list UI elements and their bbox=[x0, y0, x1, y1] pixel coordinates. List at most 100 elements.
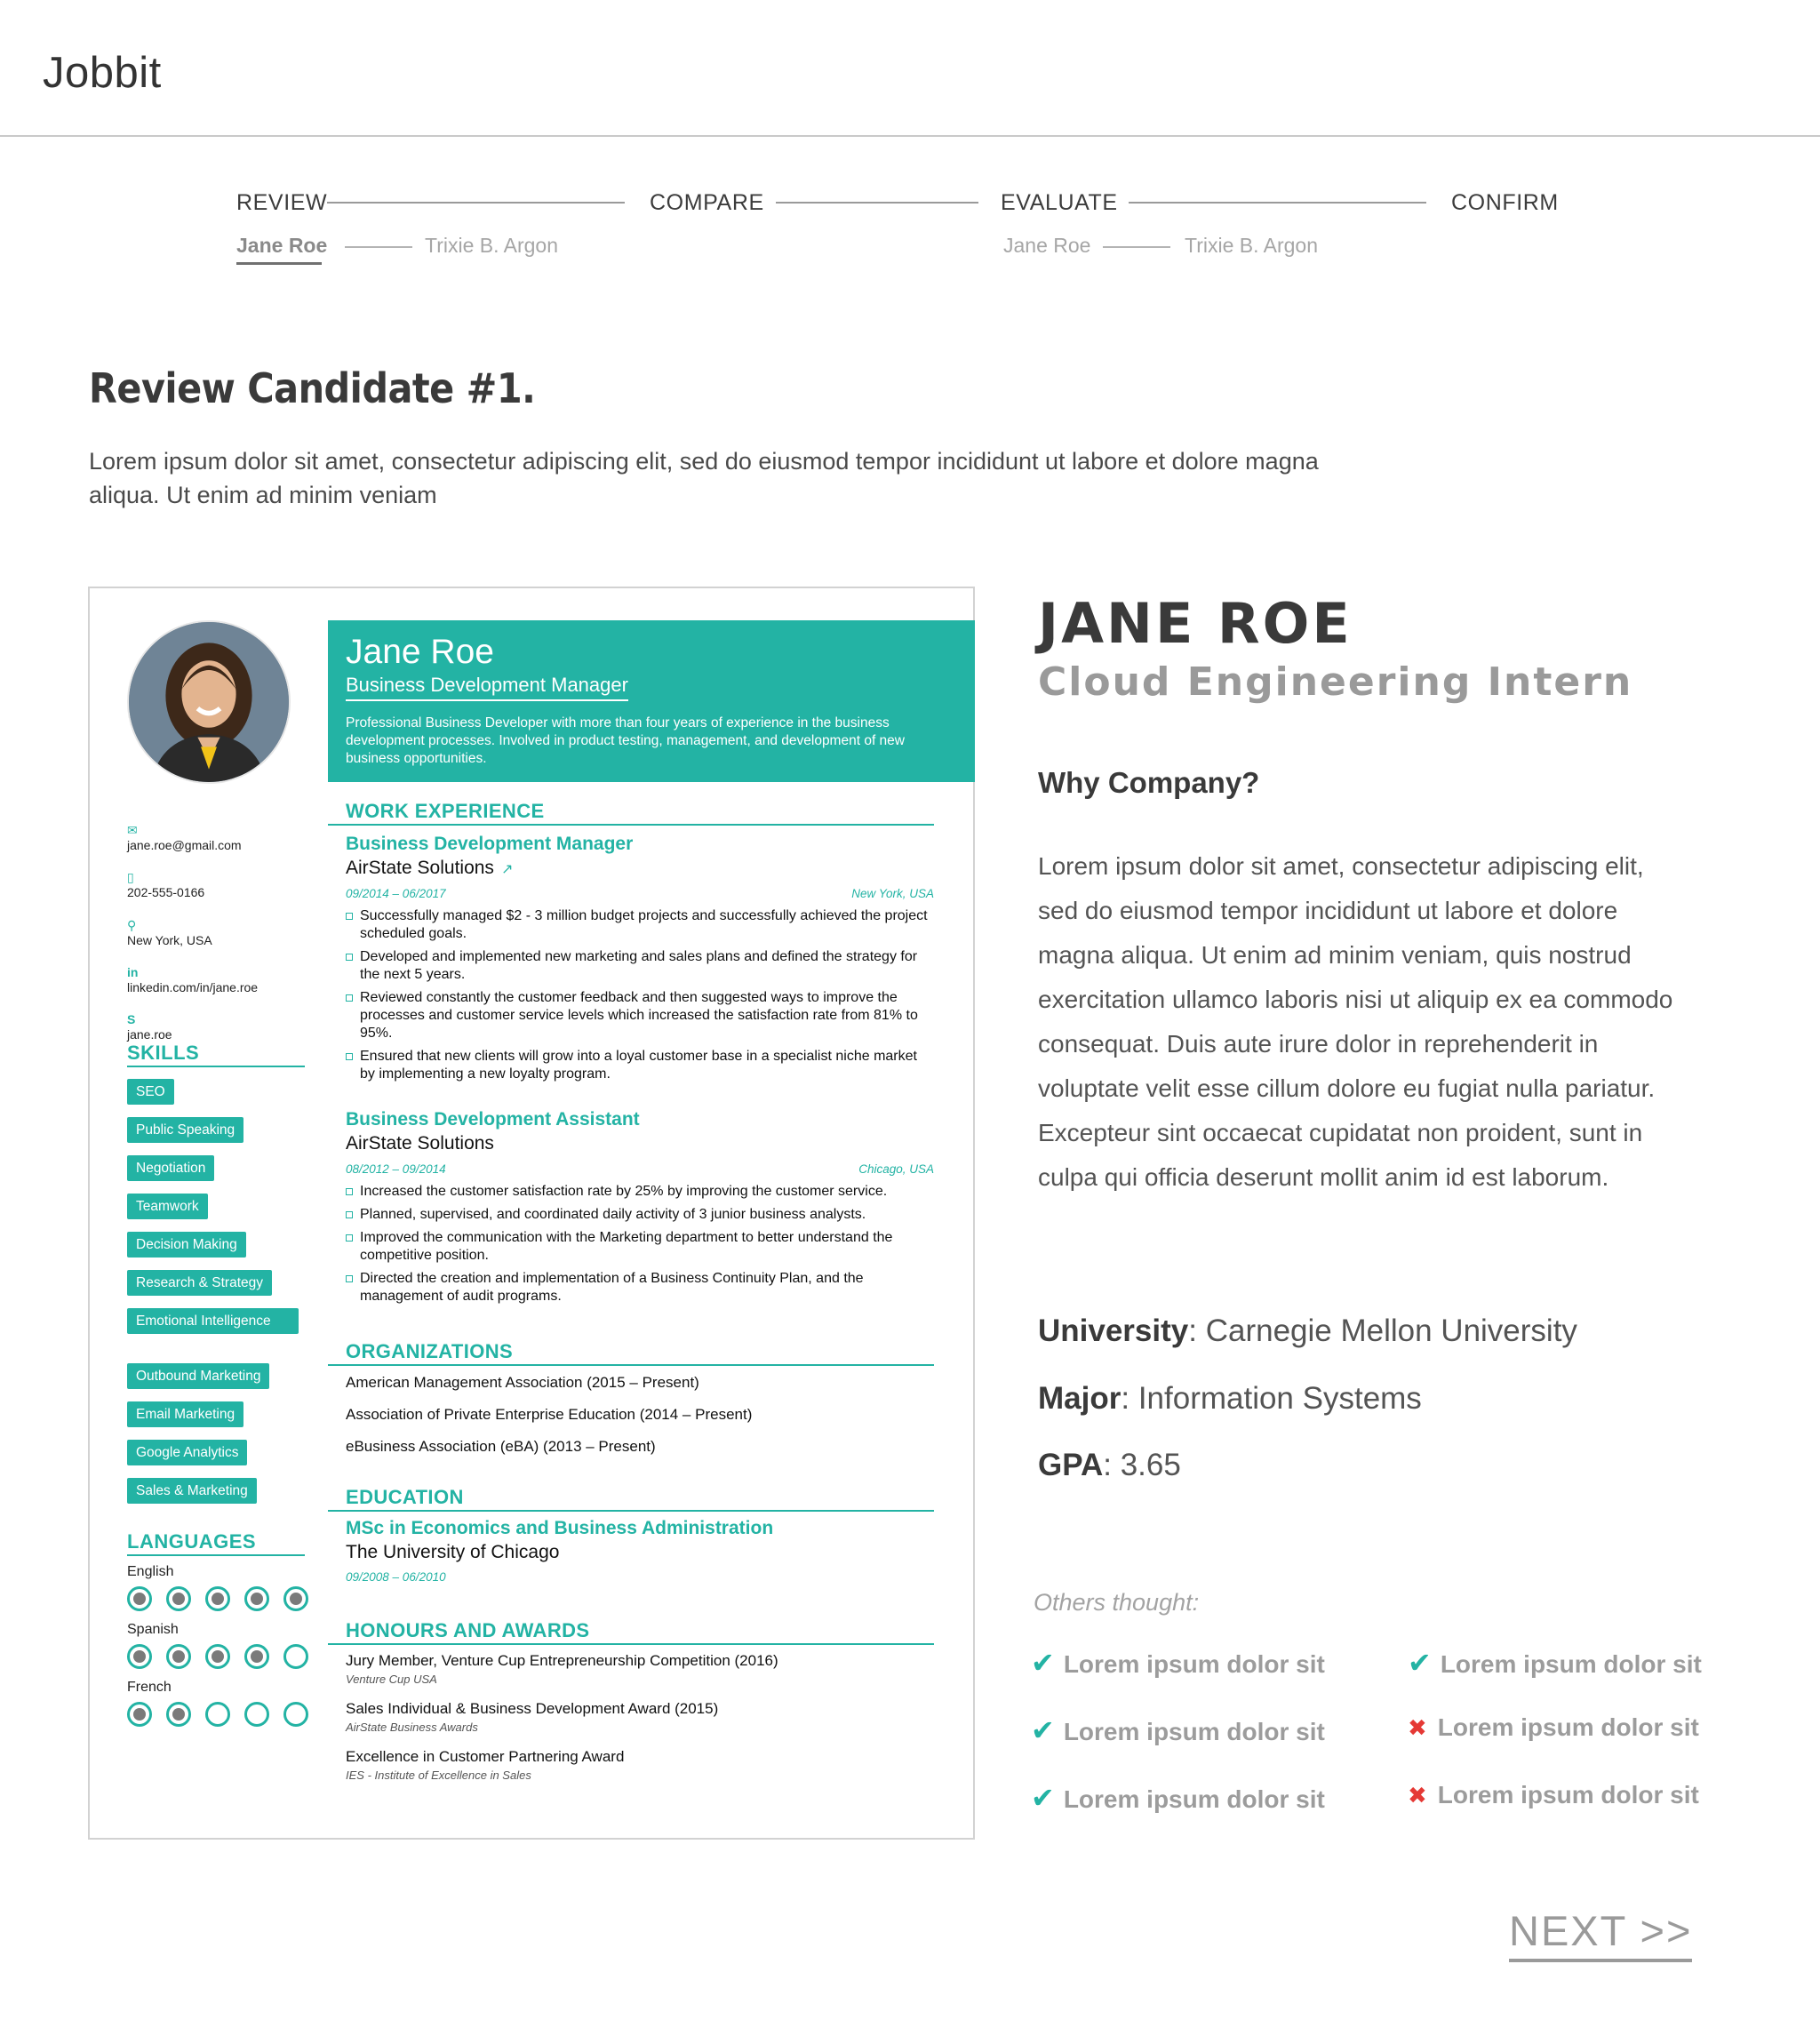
evaluate-sub-trixie[interactable]: Trixie B. Argon bbox=[1185, 234, 1318, 258]
language-name: English bbox=[127, 1564, 174, 1579]
major-value: Information Systems bbox=[1138, 1381, 1422, 1416]
level-dot-filled bbox=[166, 1702, 191, 1727]
phone-icon: ▯ bbox=[127, 870, 134, 884]
work-heading: WORK EXPERIENCE bbox=[346, 800, 545, 822]
resume-summary: Professional Business Developer with mor… bbox=[346, 715, 905, 766]
opinion-text: Lorem ipsum dolor sit bbox=[1063, 1718, 1325, 1745]
resume-document[interactable]: ✉ jane.roe@gmail.com ▯ 202-555-0166 ⚲ Ne… bbox=[88, 587, 975, 1840]
major-field: Major: Information Systems bbox=[1038, 1381, 1422, 1416]
level-dot-empty bbox=[205, 1702, 230, 1727]
list-item: Reviewed constantly the customer feedbac… bbox=[346, 989, 932, 1042]
app-logo[interactable]: Jobbit bbox=[43, 48, 162, 98]
contact-skype[interactable]: S jane.roe bbox=[127, 1013, 172, 1042]
organizations-rule bbox=[328, 1364, 934, 1366]
evaluate-sub-jane[interactable]: Jane Roe bbox=[1003, 234, 1090, 258]
checkmark-icon: ✔ bbox=[1031, 1782, 1055, 1814]
resume-name: Jane Roe bbox=[346, 633, 494, 671]
others-thought-heading: Others thought: bbox=[1034, 1589, 1200, 1616]
languages-heading: LANGUAGES bbox=[127, 1530, 257, 1553]
step-confirm[interactable]: CONFIRM bbox=[1451, 190, 1559, 216]
skill-tag: Google Analytics bbox=[127, 1440, 248, 1465]
awards-heading: HONOURS AND AWARDS bbox=[346, 1619, 590, 1641]
checkmark-icon: ✔ bbox=[1031, 1647, 1055, 1679]
skill-tag: Teamwork bbox=[127, 1194, 208, 1219]
skype-icon: S bbox=[127, 1012, 136, 1026]
opinion-text: Lorem ipsum dolor sit bbox=[1063, 1650, 1325, 1678]
award-title: Jury Member, Venture Cup Entrepreneurshi… bbox=[346, 1652, 778, 1669]
review-sub-jane[interactable]: Jane Roe bbox=[236, 234, 327, 258]
language-name: French bbox=[127, 1680, 172, 1695]
list-item: Improved the communication with the Mark… bbox=[346, 1229, 932, 1265]
external-link-icon[interactable]: ↗ bbox=[501, 862, 513, 877]
level-dot-filled bbox=[205, 1586, 230, 1611]
list-item: Directed the creation and implementation… bbox=[346, 1270, 932, 1305]
organizations-heading: ORGANIZATIONS bbox=[346, 1340, 514, 1362]
contact-phone[interactable]: ▯ 202-555-0166 bbox=[127, 871, 204, 899]
level-dot-filled bbox=[127, 1586, 152, 1611]
level-dot-filled bbox=[166, 1644, 191, 1669]
checkmark-icon: ✔ bbox=[1408, 1647, 1432, 1679]
level-dot-empty bbox=[283, 1644, 308, 1669]
gpa-label: GPA bbox=[1038, 1448, 1104, 1482]
gpa-field: GPA: 3.65 bbox=[1038, 1448, 1181, 1482]
review-sub-trixie[interactable]: Trixie B. Argon bbox=[425, 234, 558, 258]
job-company[interactable]: AirState Solutions ↗ bbox=[346, 858, 513, 879]
major-label: Major bbox=[1038, 1381, 1122, 1416]
opinion-item: ✔ Lorem ipsum dolor sit bbox=[1031, 1646, 1325, 1680]
contact-linkedin[interactable]: in linkedin.com/in/jane.roe bbox=[127, 966, 258, 994]
contact-email[interactable]: ✉ jane.roe@gmail.com bbox=[127, 824, 242, 852]
intro-text: Lorem ipsum dolor sit amet, consectetur … bbox=[89, 448, 1319, 508]
linkedin-text: linkedin.com/in/jane.roe bbox=[127, 980, 259, 994]
education-heading: EDUCATION bbox=[346, 1486, 464, 1508]
university-value: Carnegie Mellon University bbox=[1205, 1313, 1577, 1348]
opinion-text: Lorem ipsum dolor sit bbox=[1063, 1785, 1325, 1813]
linkedin-icon: in bbox=[127, 965, 139, 979]
opinion-item: ✖ Lorem ipsum dolor sit bbox=[1408, 1713, 1699, 1742]
list-item: Planned, supervised, and coordinated dai… bbox=[346, 1206, 932, 1224]
language-name: Spanish bbox=[127, 1622, 179, 1637]
degree-title: MSc in Economics and Business Administra… bbox=[346, 1518, 774, 1538]
list-item: Successfully managed $2 - 3 million budg… bbox=[346, 907, 932, 943]
opinion-text: Lorem ipsum dolor sit bbox=[1440, 1650, 1702, 1678]
list-item: Ensured that new clients will grow into … bbox=[346, 1048, 932, 1083]
step-compare[interactable]: COMPARE bbox=[650, 190, 764, 216]
opinion-item: ✔ Lorem ipsum dolor sit bbox=[1408, 1646, 1702, 1680]
avatar bbox=[127, 620, 291, 784]
work-rule bbox=[328, 824, 934, 826]
step-connector bbox=[776, 202, 978, 204]
job-title: Business Development Assistant bbox=[346, 1109, 640, 1130]
award-org: AirState Business Awards bbox=[346, 1721, 478, 1734]
list-item: Developed and implemented new marketing … bbox=[346, 948, 932, 984]
level-dot-filled bbox=[166, 1586, 191, 1611]
opinion-text: Lorem ipsum dolor sit bbox=[1437, 1781, 1699, 1808]
step-review[interactable]: REVIEW bbox=[236, 190, 327, 216]
active-sub-underline bbox=[236, 262, 322, 265]
opinion-item: ✖ Lorem ipsum dolor sit bbox=[1408, 1781, 1699, 1809]
job-company: AirState Solutions bbox=[346, 1133, 494, 1154]
skill-tag: Sales & Marketing bbox=[127, 1478, 257, 1504]
organization-item: American Management Association (2015 – … bbox=[346, 1374, 699, 1391]
company-text: AirState Solutions bbox=[346, 858, 494, 878]
skill-tag: Email Marketing bbox=[127, 1401, 244, 1427]
step-evaluate[interactable]: EVALUATE bbox=[1001, 190, 1118, 216]
cross-icon: ✖ bbox=[1408, 1714, 1427, 1741]
sub-connector bbox=[345, 246, 412, 248]
resume-banner: Jane Roe Business Development Manager Pr… bbox=[328, 620, 975, 782]
location-text: New York, USA bbox=[127, 933, 212, 947]
job-dates: 08/2012 – 09/2014 bbox=[346, 1162, 446, 1176]
award-org: Venture Cup USA bbox=[346, 1673, 437, 1686]
skill-tag: Public Speaking bbox=[127, 1117, 244, 1143]
next-button[interactable]: NEXT >> bbox=[1509, 1906, 1693, 1962]
award-title: Sales Individual & Business Development … bbox=[346, 1700, 719, 1717]
level-dot-filled bbox=[127, 1644, 152, 1669]
cross-icon: ✖ bbox=[1408, 1782, 1427, 1808]
job-bullets: Successfully managed $2 - 3 million budg… bbox=[346, 907, 932, 1089]
page-title: Review Candidate #1. bbox=[89, 364, 536, 412]
job-dates: 09/2014 – 06/2017 bbox=[346, 887, 446, 900]
list-item: Increased the customer satisfaction rate… bbox=[346, 1183, 932, 1201]
mail-icon: ✉ bbox=[127, 823, 138, 837]
job-location: Chicago, USA bbox=[858, 1162, 934, 1176]
level-dot-filled bbox=[244, 1644, 269, 1669]
skills-rule bbox=[127, 1066, 305, 1067]
job-bullets: Increased the customer satisfaction rate… bbox=[346, 1183, 932, 1311]
